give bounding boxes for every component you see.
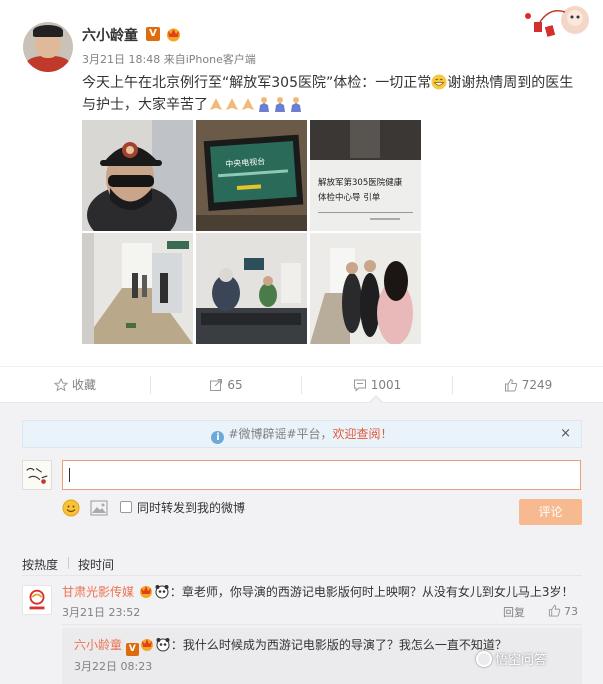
divider <box>62 624 582 625</box>
tab-sort-hot[interactable]: 按热度 <box>22 556 58 573</box>
photo-thumbnail[interactable]: 解放军第305医院健康 体检中心导 引单 <box>310 120 421 231</box>
tab-sort-time[interactable]: 按时间 <box>78 556 114 573</box>
favorite-button[interactable]: 收藏 <box>0 367 150 403</box>
photo-corridor-icon <box>82 233 193 344</box>
repost-checkbox[interactable] <box>120 501 132 513</box>
vip-crown-icon[interactable] <box>138 583 154 599</box>
panda-badge-icon[interactable] <box>155 636 171 652</box>
post-text: 今天上午在北京例行至“解放军305医院”体检：一切正常 谢谢热情周到的医生与护士，… <box>82 72 582 116</box>
like-button[interactable]: 7249 <box>453 367 603 403</box>
folded-hands-icon <box>226 98 238 110</box>
sort-divider <box>68 557 69 569</box>
grin-emoji-icon <box>431 74 447 90</box>
author-avatar[interactable] <box>23 22 73 72</box>
emoji-picker-icon[interactable] <box>62 499 80 517</box>
post-timestamp[interactable]: 3月21日 18:48 <box>82 53 160 66</box>
panel-pointer-inner <box>369 397 383 404</box>
vip-crown-icon[interactable] <box>139 636 155 652</box>
post-text-part1: 今天上午在北京例行至“解放军305医院”体检：一切正常 <box>82 75 432 91</box>
comments-panel: i #微博辟谣#平台，欢迎查阅！ × 同时转发到我的微博 评论 按热度 按时间 甘… <box>0 395 603 684</box>
folded-hands-icon <box>242 98 254 110</box>
comment-text: ：章老师，你导演的西游记电影版何时上映啊？从没有女儿到女儿马上3岁！ <box>169 585 574 599</box>
commenter-avatar[interactable] <box>22 585 52 615</box>
photo-grid: 中央电视台 解放军第305医院健康 体检中心导 引单 <box>82 120 421 344</box>
praying-person-icon <box>259 97 269 112</box>
reply-date: 3月22日 08:23 <box>74 660 153 673</box>
photo-document-icon: 解放军第305医院健康 体检中心导 引单 <box>310 120 421 231</box>
comment-like-count: 73 <box>564 605 578 618</box>
favorite-label: 收藏 <box>71 378 96 392</box>
verified-badge-icon[interactable]: V <box>146 27 160 41</box>
repost-checkbox-label[interactable]: 同时转发到我的微博 <box>137 499 245 516</box>
image-upload-icon[interactable] <box>90 500 108 516</box>
post-action-bar: 收藏 65 1001 7249 <box>0 366 603 402</box>
current-user-avatar[interactable] <box>22 460 52 490</box>
repost-count: 65 <box>227 378 243 392</box>
notice-text[interactable]: #微博辟谣#平台， <box>228 427 332 441</box>
rumor-notice-bar: i #微博辟谣#平台，欢迎查阅！ × <box>22 420 582 448</box>
reply-button[interactable]: 回复 <box>503 604 525 620</box>
panda-badge-icon[interactable] <box>154 583 170 599</box>
info-icon: i <box>211 431 225 444</box>
watermark: 悟空问答 <box>476 649 547 668</box>
notice-link[interactable]: 欢迎查阅！ <box>333 427 393 441</box>
photo-selfie-icon <box>82 120 193 231</box>
festival-decoration-icon <box>525 6 589 37</box>
repost-button[interactable]: 65 <box>151 367 301 403</box>
praying-person-icon <box>291 97 301 112</box>
photo-tv-screen-icon: 中央电视台 <box>196 120 307 231</box>
photo-thumbnail[interactable] <box>196 233 307 344</box>
comment-input[interactable] <box>62 460 581 490</box>
post-meta: 3月21日 18:48 来自iPhone客户端 <box>82 51 256 67</box>
thumbs-up-icon <box>504 378 517 392</box>
photo-thumbnail[interactable] <box>82 233 193 344</box>
comment-icon <box>353 379 366 392</box>
commenter-name[interactable]: 甘肃光影传媒 <box>62 585 134 599</box>
author-name[interactable]: 六小龄童 <box>82 25 138 45</box>
comment-date: 3月21日 23:52 <box>62 606 141 619</box>
submit-comment-button[interactable]: 评论 <box>519 499 582 525</box>
reply-author[interactable]: 六小龄童 <box>74 638 122 652</box>
praying-person-icon <box>275 97 285 112</box>
wukong-logo-icon <box>476 651 492 667</box>
post-source-prefix: 来自 <box>163 53 186 66</box>
like-count: 7249 <box>521 378 553 392</box>
vip-crown-icon[interactable] <box>165 26 182 42</box>
photo-thumbnail[interactable]: 中央电视台 <box>196 120 307 231</box>
photo-thumbnail[interactable] <box>82 120 193 231</box>
divider <box>22 575 582 576</box>
verified-badge-icon[interactable]: V <box>125 643 139 656</box>
text-caret <box>69 468 70 482</box>
folded-hands-icon <box>210 98 222 110</box>
star-icon <box>53 378 68 392</box>
comment-like-button[interactable]: 73 <box>548 604 578 618</box>
photo-thumbnail[interactable] <box>310 233 421 344</box>
repost-icon <box>210 379 223 391</box>
photo-waiting-room-icon <box>196 233 307 344</box>
comment-count: 1001 <box>370 378 402 392</box>
watermark-text: 悟空问答 <box>495 653 548 668</box>
reply-text: ：我什么时候成为西游记电影版的导演了？我怎么一直不知道？ <box>170 638 507 652</box>
close-icon[interactable]: × <box>560 421 571 447</box>
post-source[interactable]: iPhone客户端 <box>186 53 256 66</box>
photo-queue-icon <box>310 233 421 344</box>
thumbs-up-icon <box>548 604 561 617</box>
photo-sign-line2: 体检中心导 引单 <box>318 192 381 203</box>
photo-sign-line1: 解放军第305医院健康 <box>318 177 403 188</box>
comment-item: 甘肃光影传媒 ：章老师，你导演的西游记电影版何时上映啊？从没有女儿到女儿马上3岁… <box>62 583 582 601</box>
weibo-post: 六小龄童 V 3月21日 18:48 来自iPhone客户端 今天上午在北京例行… <box>0 0 603 366</box>
